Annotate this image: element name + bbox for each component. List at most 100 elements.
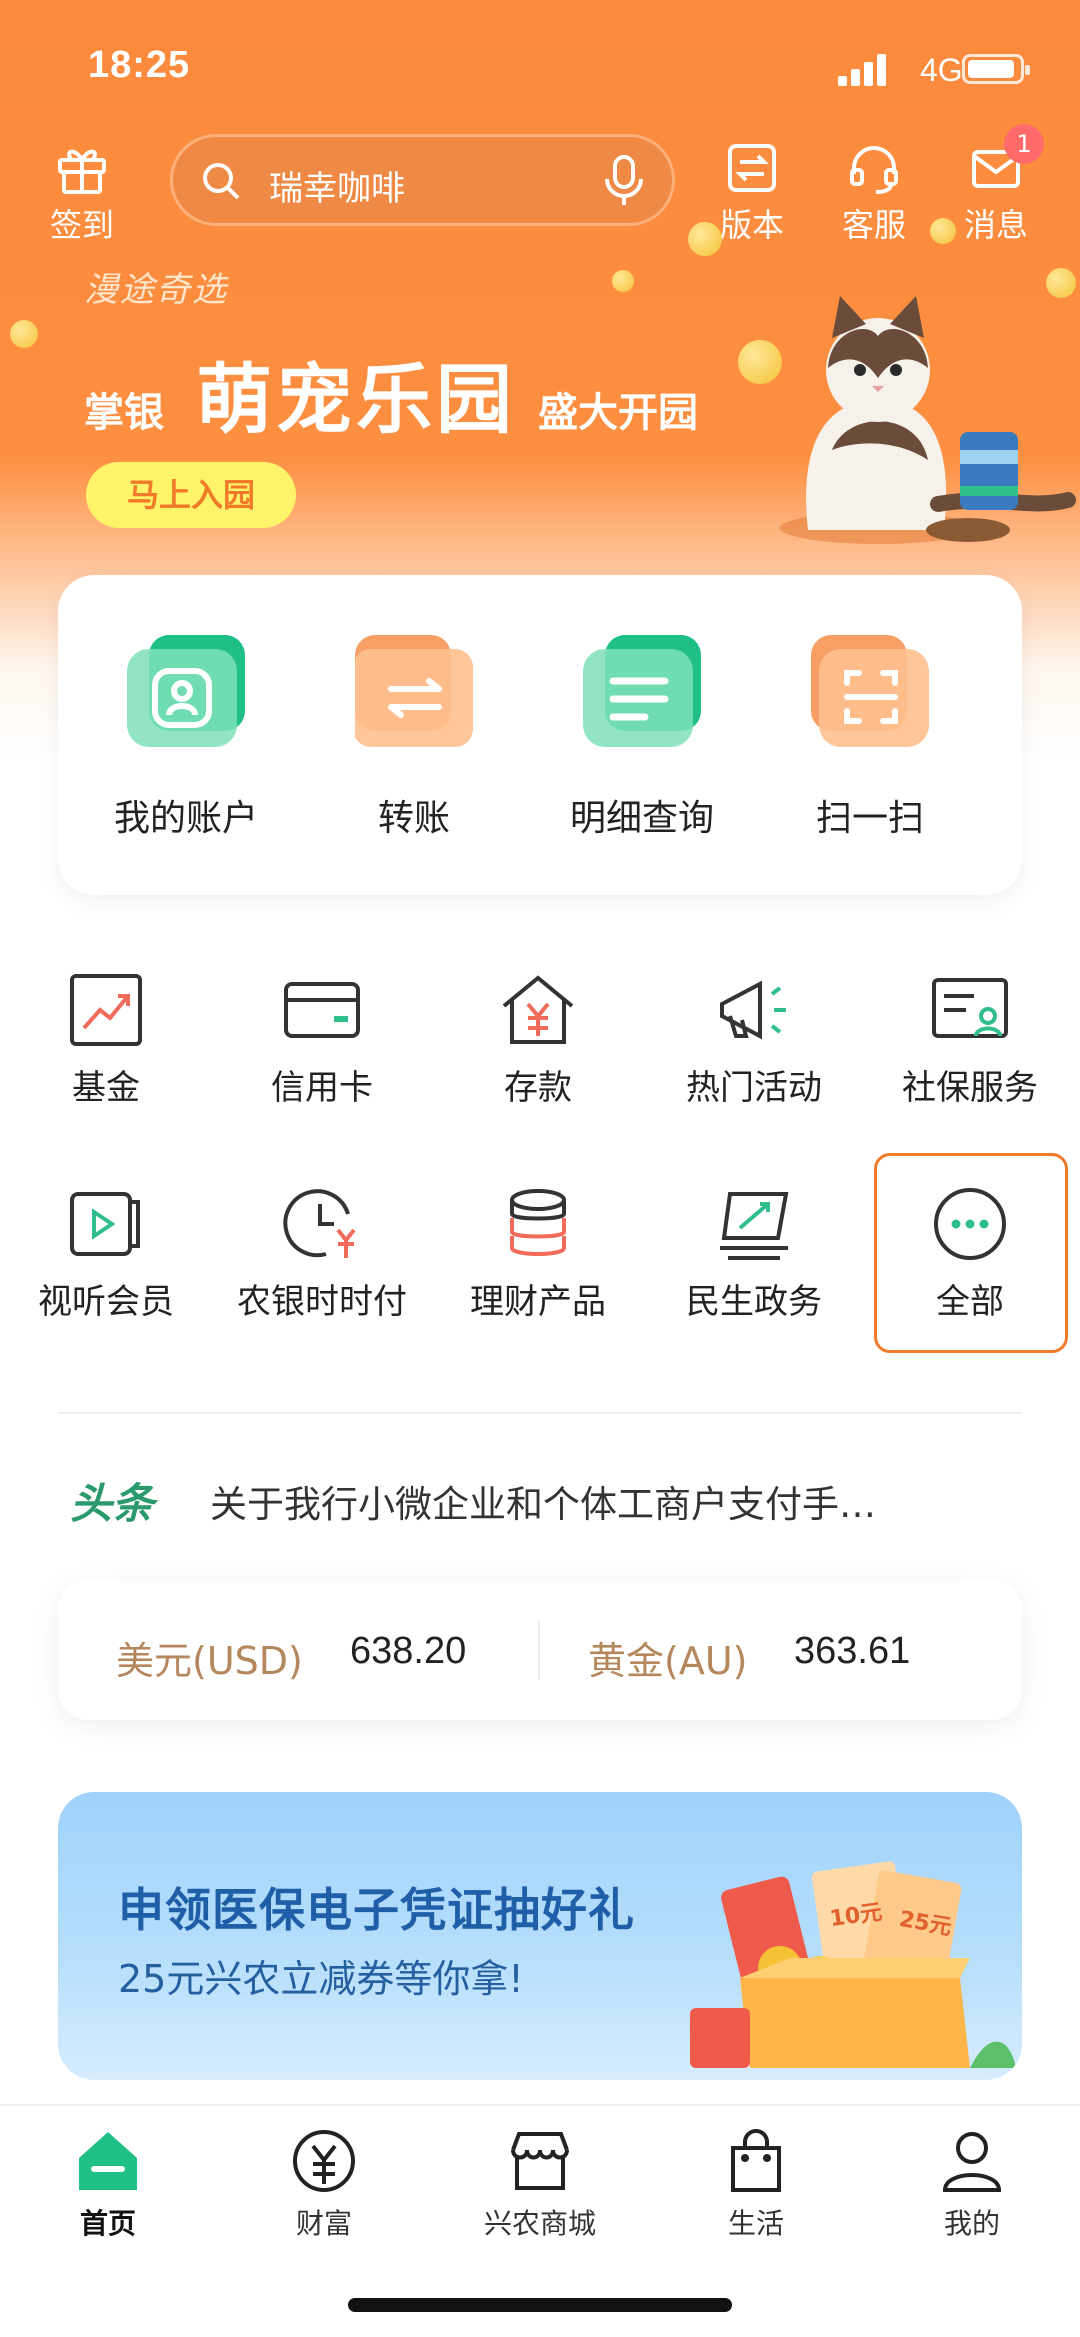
- search-icon: [203, 163, 240, 200]
- government-icon: [720, 1192, 789, 1260]
- tab-profile[interactable]: 我的: [882, 2126, 1062, 2242]
- service-instant-pay[interactable]: 农银时时付: [222, 1184, 422, 1323]
- quick-action-details[interactable]: 明细查询: [542, 635, 742, 841]
- tab-wealth[interactable]: 财富: [234, 2126, 414, 2242]
- usd-label: 美元(USD): [116, 1639, 303, 1683]
- service-social-security[interactable]: 社保服务: [870, 970, 1070, 1109]
- checkin-label: 签到: [49, 206, 114, 244]
- video-play-icon: [70, 1192, 140, 1256]
- tab-label: 我的: [943, 2207, 1000, 2240]
- service-credit-card[interactable]: 信用卡: [222, 970, 422, 1109]
- banner-title-suffix: 盛大开园: [538, 390, 698, 436]
- gift-box-illustration: 10元 25元: [690, 1861, 1016, 2068]
- service-label: 信用卡: [271, 1068, 373, 1108]
- banner-title-main: 萌宠乐园: [196, 355, 516, 444]
- service-fund[interactable]: 基金: [6, 970, 206, 1109]
- shopping-bag-icon: [731, 2129, 781, 2192]
- message-count-badge: 1: [1004, 124, 1044, 164]
- tab-label: 财富: [295, 2207, 352, 2240]
- coin-stack-icon: [510, 1189, 566, 1256]
- tab-label: 兴农商城: [483, 2207, 596, 2240]
- headline-text[interactable]: 关于我行小微企业和个体工商户支付手…: [210, 1474, 1000, 1528]
- quick-action-label: 转账: [377, 798, 450, 839]
- service-all[interactable]: 全部: [870, 1184, 1070, 1323]
- gold-label: 黄金(AU): [588, 1639, 748, 1683]
- messages-label: 消息: [963, 206, 1028, 244]
- social-security-icon: [932, 978, 1008, 1038]
- home-indicator: [348, 2298, 732, 2312]
- service-label: 热门活动: [686, 1068, 822, 1108]
- banner-brand: 漫途奇选: [84, 270, 228, 310]
- coin-decoration: [612, 270, 634, 292]
- cat-illustration: [780, 296, 1076, 544]
- transfer-icon: [353, 635, 479, 747]
- mall-store-icon: [511, 2132, 569, 2190]
- gift-icon: [58, 149, 106, 194]
- version-switch-icon: [728, 144, 776, 192]
- service-label: 全部: [936, 1282, 1004, 1322]
- service-label: 农银时时付: [237, 1282, 407, 1322]
- quick-action-my-account[interactable]: 我的账户: [86, 635, 286, 841]
- rates-separator: [538, 1620, 540, 1680]
- home-icon: [79, 2132, 137, 2190]
- account-icon: [127, 635, 245, 747]
- signal-icon: [838, 54, 892, 86]
- usd-value: 638.20: [350, 1630, 467, 1672]
- service-video-membership[interactable]: 视听会员: [6, 1184, 206, 1323]
- service-label: 存款: [504, 1068, 572, 1108]
- quick-action-scan[interactable]: 扫一扫: [770, 635, 970, 841]
- service-wealth-products[interactable]: 理财产品: [438, 1184, 638, 1323]
- fund-chart-icon: [70, 974, 142, 1046]
- promo-subtitle: 25元兴农立减券等你拿!: [118, 1957, 524, 2001]
- coin-decoration: [688, 222, 722, 256]
- service-government-affairs[interactable]: 民生政务: [654, 1184, 854, 1323]
- service-label: 视听会员: [38, 1282, 174, 1322]
- details-icon: [583, 635, 701, 747]
- search-bar[interactable]: 瑞幸咖啡: [170, 134, 675, 226]
- megaphone-icon: [720, 980, 786, 1040]
- gold-value: 363.61: [794, 1630, 911, 1672]
- tab-life[interactable]: 生活: [666, 2126, 846, 2242]
- service-hot-events[interactable]: 热门活动: [654, 970, 854, 1109]
- more-dots-icon: [934, 1188, 1006, 1260]
- quick-action-label: 扫一扫: [815, 798, 924, 839]
- profile-icon: [942, 2132, 1002, 2192]
- coin-decoration: [930, 218, 956, 244]
- network-type: 4G: [920, 52, 963, 88]
- service-label: 理财产品: [470, 1282, 606, 1322]
- medical-insurance-promo-banner[interactable]: 申领医保电子凭证抽好礼 25元兴农立减券等你拿! 10元 25元: [58, 1792, 1022, 2080]
- coin-decoration: [10, 320, 38, 348]
- service-label: 基金: [72, 1068, 140, 1108]
- scan-icon: [811, 635, 929, 747]
- promo-title: 申领医保电子凭证抽好礼: [118, 1883, 635, 1937]
- deposit-house-icon: [502, 975, 574, 1044]
- wealth-yen-icon: [293, 2130, 355, 2192]
- search-placeholder: 瑞幸咖啡: [269, 169, 405, 209]
- tab-label: 生活: [727, 2207, 784, 2240]
- tab-home[interactable]: 首页: [18, 2126, 198, 2242]
- status-bar: 18:25 4G: [0, 0, 1080, 130]
- headset-icon: [850, 146, 898, 194]
- microphone-icon[interactable]: [602, 153, 646, 209]
- customer-service-button[interactable]: 客服: [824, 140, 924, 246]
- service-deposit[interactable]: 存款: [438, 970, 638, 1109]
- service-label: 社保服务: [902, 1068, 1038, 1108]
- clock-payment-icon: [283, 1189, 356, 1258]
- battery-icon: [962, 54, 1030, 84]
- quick-action-transfer[interactable]: 转账: [314, 635, 514, 841]
- exchange-rates-card[interactable]: 美元(USD) 638.20 黄金(AU) 363.61: [58, 1580, 1022, 1720]
- quick-action-label: 明细查询: [569, 798, 714, 839]
- status-time: 18:25: [88, 44, 191, 86]
- quick-actions-card: 我的账户 转账 明细查询 扫一扫: [58, 575, 1022, 895]
- banner-title-prefix: 掌银: [84, 390, 164, 436]
- service-label: 民生政务: [686, 1282, 822, 1322]
- credit-card-icon: [284, 982, 360, 1038]
- quick-action-label: 我的账户: [113, 798, 258, 839]
- checkin-button[interactable]: 签到: [32, 140, 132, 246]
- section-divider: [58, 1412, 1022, 1414]
- headline-tag: 头条: [70, 1479, 155, 1528]
- tab-label: 首页: [79, 2207, 136, 2240]
- service-label: 客服: [841, 206, 906, 244]
- banner-enter-button[interactable]: 马上入园: [86, 462, 296, 528]
- tab-mall[interactable]: 兴农商城: [450, 2126, 630, 2242]
